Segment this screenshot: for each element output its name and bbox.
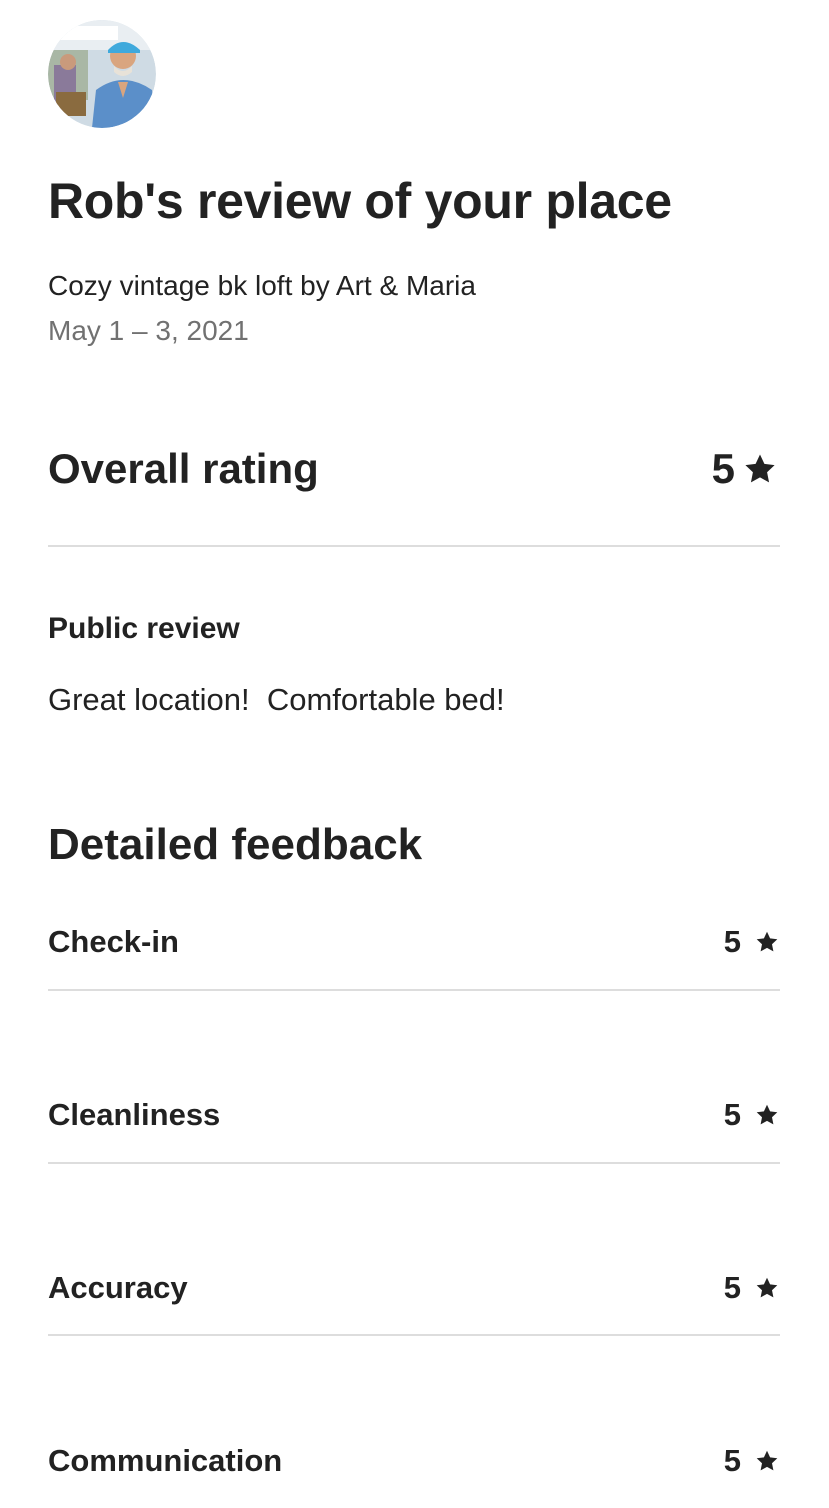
detailed-feedback-heading: Detailed feedback bbox=[48, 820, 423, 869]
review-page: Rob's review of your place Cozy vintage … bbox=[0, 0, 829, 1508]
feedback-label-communication: Communication bbox=[48, 1443, 283, 1478]
listing-name: Cozy vintage bk loft by Art & Maria bbox=[48, 270, 476, 301]
overall-rating-number: 5 bbox=[711, 445, 735, 492]
star-icon bbox=[755, 1276, 779, 1300]
star-icon bbox=[755, 930, 779, 954]
avatar-photo bbox=[48, 20, 156, 128]
overall-rating-label: Overall rating bbox=[48, 445, 319, 492]
stay-dates: May 1 – 3, 2021 bbox=[48, 315, 249, 346]
feedback-rating-number: 5 bbox=[723, 1097, 741, 1132]
feedback-rating-communication: 5 bbox=[724, 1443, 779, 1479]
feedback-rating-number: 5 bbox=[723, 1443, 741, 1478]
feedback-rating-cleanliness: 5 bbox=[724, 1097, 779, 1133]
overall-rating-value: 5 bbox=[712, 445, 777, 493]
feedback-rating-number: 5 bbox=[723, 924, 741, 959]
star-icon bbox=[755, 1449, 779, 1473]
reviewer-avatar[interactable] bbox=[48, 20, 156, 128]
divider bbox=[48, 545, 780, 547]
feedback-label-checkin: Check-in bbox=[48, 924, 179, 959]
star-icon bbox=[743, 452, 777, 486]
public-review-heading: Public review bbox=[48, 612, 240, 645]
feedback-label-cleanliness: Cleanliness bbox=[48, 1097, 221, 1132]
public-review-text: Great location! Comfortable bed! bbox=[48, 682, 505, 717]
feedback-rating-accuracy: 5 bbox=[724, 1270, 779, 1306]
feedback-rating-number: 5 bbox=[723, 1270, 741, 1305]
page-title: Rob's review of your place bbox=[48, 173, 672, 229]
feedback-label-accuracy: Accuracy bbox=[48, 1270, 188, 1305]
divider bbox=[48, 989, 780, 991]
divider bbox=[48, 1162, 780, 1164]
star-icon bbox=[755, 1103, 779, 1127]
divider bbox=[48, 1334, 780, 1336]
feedback-rating-checkin: 5 bbox=[724, 924, 779, 960]
